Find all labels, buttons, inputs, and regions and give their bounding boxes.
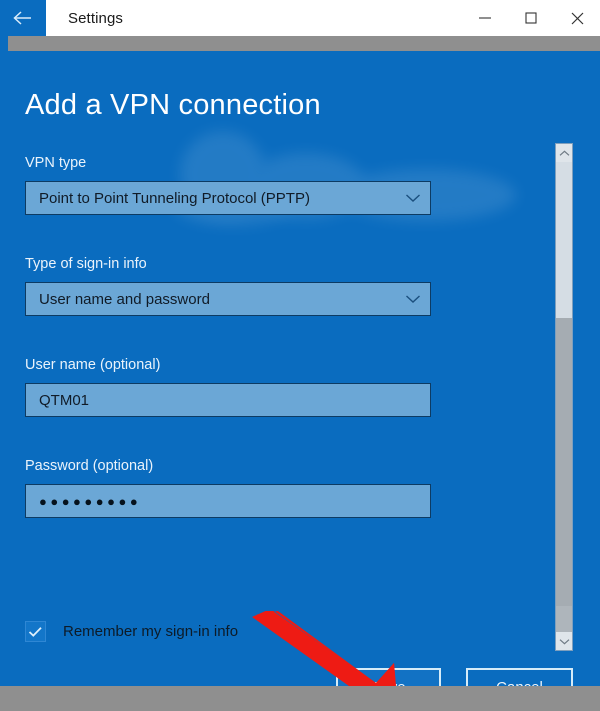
back-arrow-icon xyxy=(13,11,31,25)
remember-sign-in-checkbox[interactable] xyxy=(25,621,46,642)
dropdown-vpn-type[interactable]: Point to Point Tunneling Protocol (PPTP) xyxy=(25,181,431,215)
label-user-name: User name (optional) xyxy=(25,357,161,373)
chevron-down-icon xyxy=(559,638,569,645)
page-content: Add a VPN connection VPN type Point to P… xyxy=(0,51,600,686)
chevron-down-icon xyxy=(396,294,430,304)
chevron-up-icon xyxy=(559,149,569,156)
maximize-button[interactable] xyxy=(508,0,554,36)
close-icon xyxy=(571,12,583,24)
dropdown-vpn-type-value: Point to Point Tunneling Protocol (PPTP) xyxy=(39,189,310,207)
settings-window: Settings Add a VPN connection VPN type P… xyxy=(0,0,600,711)
desktop-band-top xyxy=(0,36,600,51)
remember-sign-in-checkbox-row[interactable]: Remember my sign-in info xyxy=(25,621,238,642)
scrollbar-up-button[interactable] xyxy=(556,144,572,162)
window-left-edge xyxy=(0,36,8,51)
save-button[interactable]: Save xyxy=(336,668,441,686)
check-icon xyxy=(28,626,42,637)
back-button[interactable] xyxy=(0,0,46,36)
label-sign-in-type: Type of sign-in info xyxy=(25,256,147,272)
scrollbar[interactable] xyxy=(555,143,573,651)
minimize-button[interactable] xyxy=(462,0,508,36)
close-button[interactable] xyxy=(554,0,600,36)
page-title: Add a VPN connection xyxy=(25,89,321,121)
scrollbar-down-button[interactable] xyxy=(556,632,572,650)
dropdown-sign-in-type[interactable]: User name and password xyxy=(25,282,431,316)
maximize-icon xyxy=(525,12,537,24)
label-password: Password (optional) xyxy=(25,458,154,474)
password-value: ●●●●●●●●● xyxy=(39,493,142,509)
chevron-down-icon xyxy=(396,193,430,203)
minimize-icon xyxy=(479,17,491,19)
password-input[interactable]: ●●●●●●●●● xyxy=(25,484,431,518)
user-name-input[interactable]: QTM01 xyxy=(25,383,431,417)
desktop-band-bottom xyxy=(0,686,600,711)
user-name-value: QTM01 xyxy=(39,391,90,409)
window-controls xyxy=(462,0,600,36)
scrollbar-thumb[interactable] xyxy=(556,162,572,318)
remember-sign-in-label: Remember my sign-in info xyxy=(63,623,239,640)
label-vpn-type: VPN type xyxy=(25,155,87,171)
cancel-button[interactable]: Cancel xyxy=(466,668,573,686)
scrollbar-track[interactable] xyxy=(556,318,572,606)
title-bar: Settings xyxy=(0,0,600,37)
window-title: Settings xyxy=(68,9,123,27)
dropdown-sign-in-type-value: User name and password xyxy=(39,290,210,308)
